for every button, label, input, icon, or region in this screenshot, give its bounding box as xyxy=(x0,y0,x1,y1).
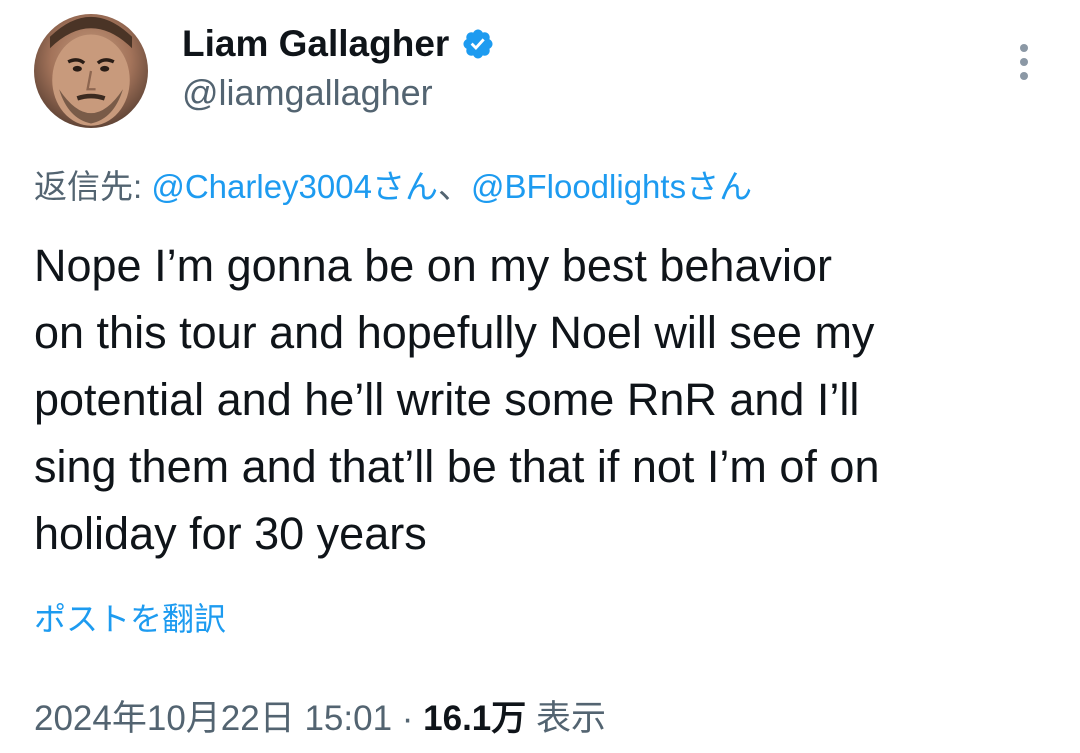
reply-to-prefix: 返信先: xyxy=(34,168,152,205)
author-display-name[interactable]: Liam Gallagher xyxy=(182,23,449,65)
meta-separator: · xyxy=(392,699,424,738)
more-options-button[interactable] xyxy=(1006,40,1042,84)
more-dot-icon xyxy=(1020,58,1028,66)
tweet-text: Nope I’m gonna be on my best behavior on… xyxy=(34,240,880,559)
translate-post-link[interactable]: ポストを翻訳 xyxy=(34,594,226,640)
views-label: 表示 xyxy=(526,699,607,738)
more-dot-icon xyxy=(1020,72,1028,80)
verified-badge-icon[interactable] xyxy=(461,27,495,61)
more-dot-icon xyxy=(1020,44,1028,52)
tweet: Liam Gallagher @liamgallagher 返信先: @Char… xyxy=(0,0,1080,753)
tweet-meta: 2024年10月22日 15:01 · 16.1万 表示 xyxy=(34,690,606,741)
author-handle[interactable]: @liamgallagher xyxy=(182,72,433,114)
reply-mention-bfloodlights[interactable]: @BFloodlightsさん xyxy=(471,168,752,205)
reply-to-line: 返信先: @Charley3004さん、@BFloodlightsさん xyxy=(34,160,752,208)
reply-mention-separator: 、 xyxy=(437,168,471,205)
avatar[interactable] xyxy=(34,14,148,128)
views-count: 16.1万 xyxy=(423,699,527,738)
author-name-row: Liam Gallagher xyxy=(182,22,495,66)
tweet-timestamp[interactable]: 2024年10月22日 15:01 xyxy=(34,699,392,738)
avatar-photo-icon xyxy=(49,16,133,126)
reply-mention-charley[interactable]: @Charley3004さん xyxy=(151,168,438,205)
